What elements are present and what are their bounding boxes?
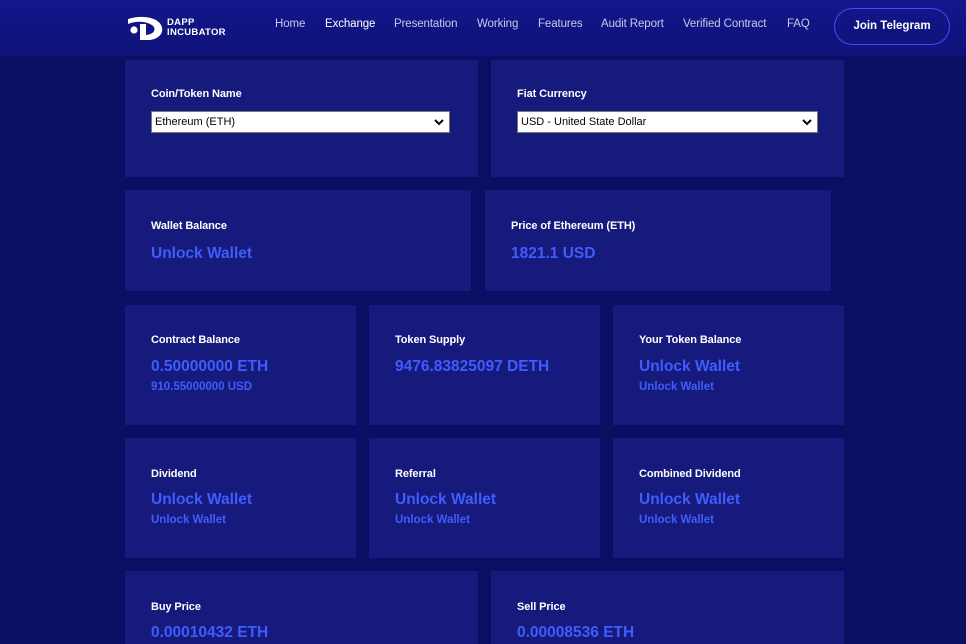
brand-logo[interactable]: DAPP INCUBATOR (126, 14, 236, 42)
fiat-select-label: Fiat Currency (517, 88, 587, 100)
wallet-balance-value[interactable]: Unlock Wallet (151, 245, 252, 263)
buy-price-card: Buy Price 0.00010432 ETH (125, 571, 478, 644)
referral-card: Referral Unlock Wallet Unlock Wallet (369, 438, 600, 558)
wallet-balance-card: Wallet Balance Unlock Wallet (125, 190, 471, 291)
wallet-balance-label: Wallet Balance (151, 220, 227, 232)
token-supply-card: Token Supply 9476.83825097 DETH (369, 305, 600, 425)
fiat-select-card: Fiat Currency USD - United State Dollar (491, 60, 844, 177)
buy-price-label: Buy Price (151, 601, 201, 613)
token-supply-label: Token Supply (395, 334, 466, 346)
nav-faq[interactable]: FAQ (787, 18, 810, 30)
sell-price-label: Sell Price (517, 601, 566, 613)
coin-select-label: Coin/Token Name (151, 88, 242, 100)
referral-sub[interactable]: Unlock Wallet (395, 514, 470, 526)
nav-audit-report[interactable]: Audit Report (601, 18, 664, 30)
referral-label: Referral (395, 468, 436, 480)
nav-exchange[interactable]: Exchange (325, 18, 375, 30)
price-card: Price of Ethereum (ETH) 1821.1 USD (485, 190, 831, 291)
top-nav: DAPP INCUBATOR Home Exchange Presentatio… (0, 0, 966, 56)
combined-dividend-value[interactable]: Unlock Wallet (639, 491, 740, 509)
nav-presentation[interactable]: Presentation (394, 18, 457, 30)
sell-price-card: Sell Price 0.00008536 ETH (491, 571, 844, 644)
dividend-sub[interactable]: Unlock Wallet (151, 514, 226, 526)
your-token-balance-label: Your Token Balance (639, 334, 742, 346)
contract-balance-card: Contract Balance 0.50000000 ETH 910.5500… (125, 305, 356, 425)
chevron-down-icon (802, 119, 812, 126)
price-value: 1821.1 USD (511, 245, 596, 262)
coin-select[interactable]: Ethereum (ETH) (151, 111, 450, 133)
brand-name-line2: INCUBATOR (167, 27, 226, 38)
contract-balance-label: Contract Balance (151, 334, 240, 346)
join-telegram-button[interactable]: Join Telegram (834, 8, 950, 45)
dividend-card: Dividend Unlock Wallet Unlock Wallet (125, 438, 356, 558)
fiat-select-value: USD - United State Dollar (521, 116, 647, 128)
contract-balance-value: 0.50000000 ETH (151, 358, 269, 375)
nav-home[interactable]: Home (275, 18, 305, 30)
nav-features[interactable]: Features (538, 18, 583, 30)
price-label: Price of Ethereum (ETH) (511, 220, 636, 232)
combined-dividend-sub[interactable]: Unlock Wallet (639, 514, 714, 526)
buy-price-value: 0.00010432 ETH (151, 624, 269, 641)
dividend-label: Dividend (151, 468, 197, 480)
coin-select-card: Coin/Token Name Ethereum (ETH) (125, 60, 478, 177)
fiat-select[interactable]: USD - United State Dollar (517, 111, 818, 133)
dividend-value[interactable]: Unlock Wallet (151, 491, 252, 509)
referral-value[interactable]: Unlock Wallet (395, 491, 496, 509)
contract-balance-usd: 910.55000000 USD (151, 381, 253, 393)
sell-price-value: 0.00008536 ETH (517, 624, 635, 641)
combined-dividend-label: Combined Dividend (639, 468, 741, 480)
dapp-logo-icon (128, 16, 163, 40)
token-supply-value: 9476.83825097 DETH (395, 358, 550, 375)
your-token-balance-card: Your Token Balance Unlock Wallet Unlock … (613, 305, 844, 425)
nav-verified-contract[interactable]: Verified Contract (683, 18, 766, 30)
nav-working[interactable]: Working (477, 18, 518, 30)
your-token-balance-value[interactable]: Unlock Wallet (639, 358, 740, 376)
your-token-balance-sub[interactable]: Unlock Wallet (639, 381, 714, 393)
coin-select-value: Ethereum (ETH) (155, 116, 236, 128)
chevron-down-icon (434, 119, 444, 126)
combined-dividend-card: Combined Dividend Unlock Wallet Unlock W… (613, 438, 844, 558)
